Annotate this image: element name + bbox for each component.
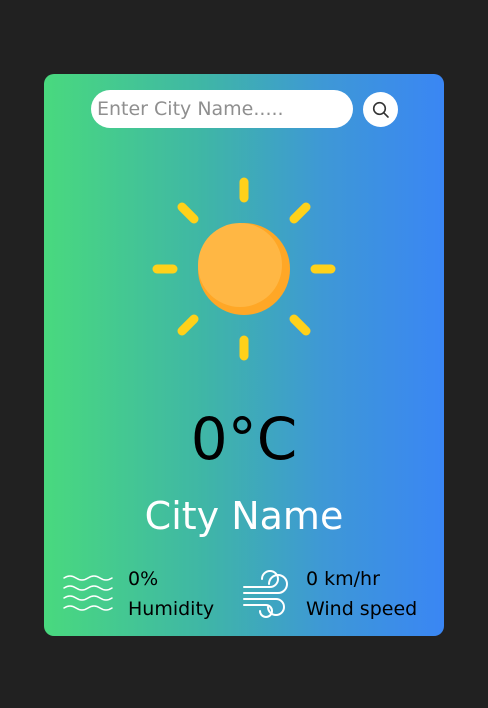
weather-card: 0°C City Name 0% Humidity <box>44 74 444 636</box>
search-icon <box>372 101 389 118</box>
wind-value: 0 km/hr <box>306 568 380 590</box>
wind-label: Wind speed <box>306 598 418 620</box>
humidity-icon <box>63 575 113 611</box>
temperature-value: 0°C <box>190 405 298 473</box>
humidity-label: Humidity <box>128 598 215 620</box>
wind-icon <box>243 570 288 618</box>
humidity-value: 0% <box>128 568 159 590</box>
city-name: City Name <box>144 494 344 538</box>
humidity-detail: 0% Humidity <box>62 564 214 624</box>
search-button[interactable] <box>363 92 398 127</box>
city-search-input[interactable] <box>91 90 353 128</box>
sun-icon <box>152 177 336 361</box>
wind-detail: 0 km/hr Wind speed <box>240 564 417 624</box>
